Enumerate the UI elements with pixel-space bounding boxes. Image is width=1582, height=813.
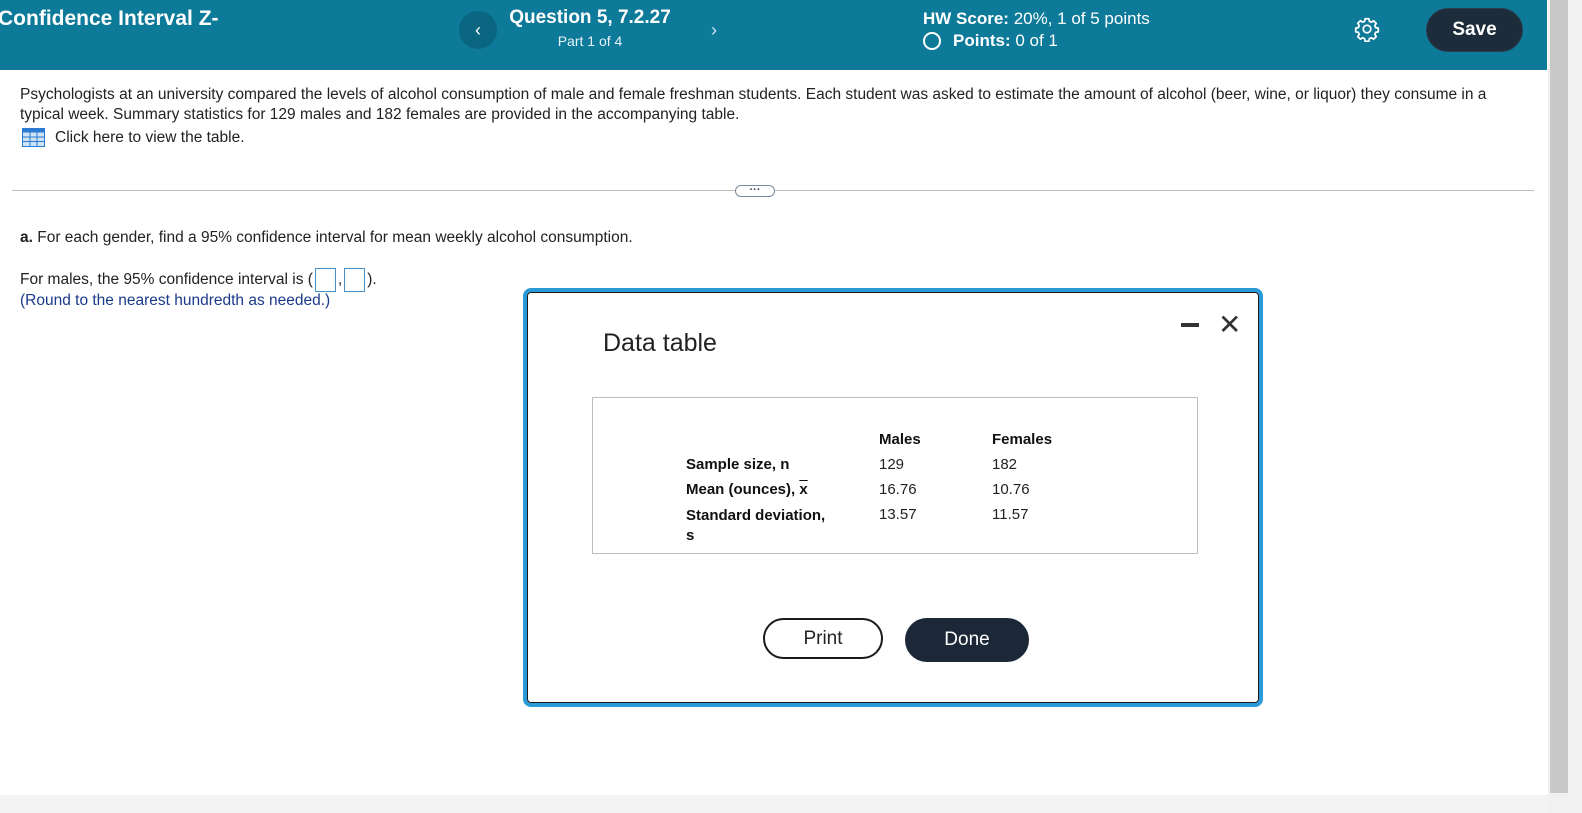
chevron-left-icon: ‹ xyxy=(475,19,481,40)
row-label-sample-size: Sample size, n xyxy=(686,456,790,473)
cell-males-mean: 16.76 xyxy=(879,481,917,498)
cell-males-n: 129 xyxy=(879,456,905,473)
rounding-hint: (Round to the nearest hundredth as neede… xyxy=(20,292,331,309)
cell-females-n: 182 xyxy=(992,456,1018,473)
question-title: Question 5, 7.2.27 xyxy=(509,7,671,28)
row-label-std-dev-line1: Standard deviation, xyxy=(686,507,826,524)
header-bar: Confidence Interval Z- ‹ Question 5, 7.2… xyxy=(0,0,1547,70)
dialog-title: Data table xyxy=(603,329,717,357)
save-button[interactable]: Save xyxy=(1426,8,1523,52)
data-table-dialog: Data table ✕ Males Females Sample size, … xyxy=(523,288,1263,707)
ci-suffix: ). xyxy=(367,271,377,288)
problem-statement: Psychologists at an university compared … xyxy=(20,86,1487,123)
row-label-mean-text: Mean (ounces), xyxy=(686,481,800,498)
view-table-link[interactable]: Click here to view the table. xyxy=(22,128,245,147)
points-status: Points: 0 of 1 xyxy=(923,31,1058,51)
scrollbar-thumb[interactable] xyxy=(1550,0,1568,793)
ci-upper-input[interactable] xyxy=(344,268,366,292)
points-value: 0 of 1 xyxy=(1015,31,1058,50)
expand-dots-button[interactable]: ··· xyxy=(735,185,775,197)
circle-status-icon xyxy=(923,32,941,50)
part-a-label: a. xyxy=(20,229,33,246)
ci-prefix: For males, the 95% confidence interval i… xyxy=(20,271,313,288)
cell-females-mean: 10.76 xyxy=(992,481,1030,498)
done-button[interactable]: Done xyxy=(905,618,1029,662)
chevron-right-icon: › xyxy=(711,19,717,40)
minimize-icon[interactable] xyxy=(1181,323,1199,327)
assignment-title: Confidence Interval Z- xyxy=(0,7,219,30)
row-label-std-dev-line2: s xyxy=(686,527,695,544)
ci-separator: , xyxy=(337,271,343,288)
view-table-text[interactable]: Click here to view the table. xyxy=(55,129,245,147)
column-header-males: Males xyxy=(879,431,921,448)
part-a-instruction: a. For each gender, find a 95% confidenc… xyxy=(20,229,633,247)
row-label-mean: Mean (ounces), x xyxy=(686,481,808,498)
hw-score-label: HW Score: xyxy=(923,9,1009,28)
bottom-strip xyxy=(0,795,1548,813)
row-label-std-dev: Standard deviation, s xyxy=(686,506,825,546)
cell-females-sd: 11.57 xyxy=(992,506,1029,523)
previous-question-button[interactable]: ‹ xyxy=(459,11,497,49)
gear-icon[interactable] xyxy=(1354,16,1380,42)
question-part: Part 1 of 4 xyxy=(557,33,623,49)
ci-lower-input[interactable] xyxy=(314,268,336,292)
question-info: Question 5, 7.2.27 Part 1 of 4 xyxy=(500,7,680,49)
cell-males-sd: 13.57 xyxy=(879,506,917,523)
next-question-button[interactable]: › xyxy=(695,11,733,49)
table-icon xyxy=(22,128,45,147)
data-table: Males Females Sample size, n 129 182 Mea… xyxy=(592,397,1198,554)
ci-answer-line: For males, the 95% confidence interval i… xyxy=(20,268,377,292)
column-header-females: Females xyxy=(992,431,1053,448)
hw-score-value: 20%, 1 of 5 points xyxy=(1013,9,1150,28)
close-icon[interactable]: ✕ xyxy=(1218,311,1241,339)
hw-score: HW Score: 20%, 1 of 5 points xyxy=(923,9,1150,29)
dialog-frame: Data table ✕ Males Females Sample size, … xyxy=(527,292,1259,703)
print-button[interactable]: Print xyxy=(763,618,883,659)
points-label: Points: xyxy=(953,31,1011,50)
x-bar-symbol: x xyxy=(799,481,808,498)
part-a-text: For each gender, find a 95% confidence i… xyxy=(37,229,633,246)
